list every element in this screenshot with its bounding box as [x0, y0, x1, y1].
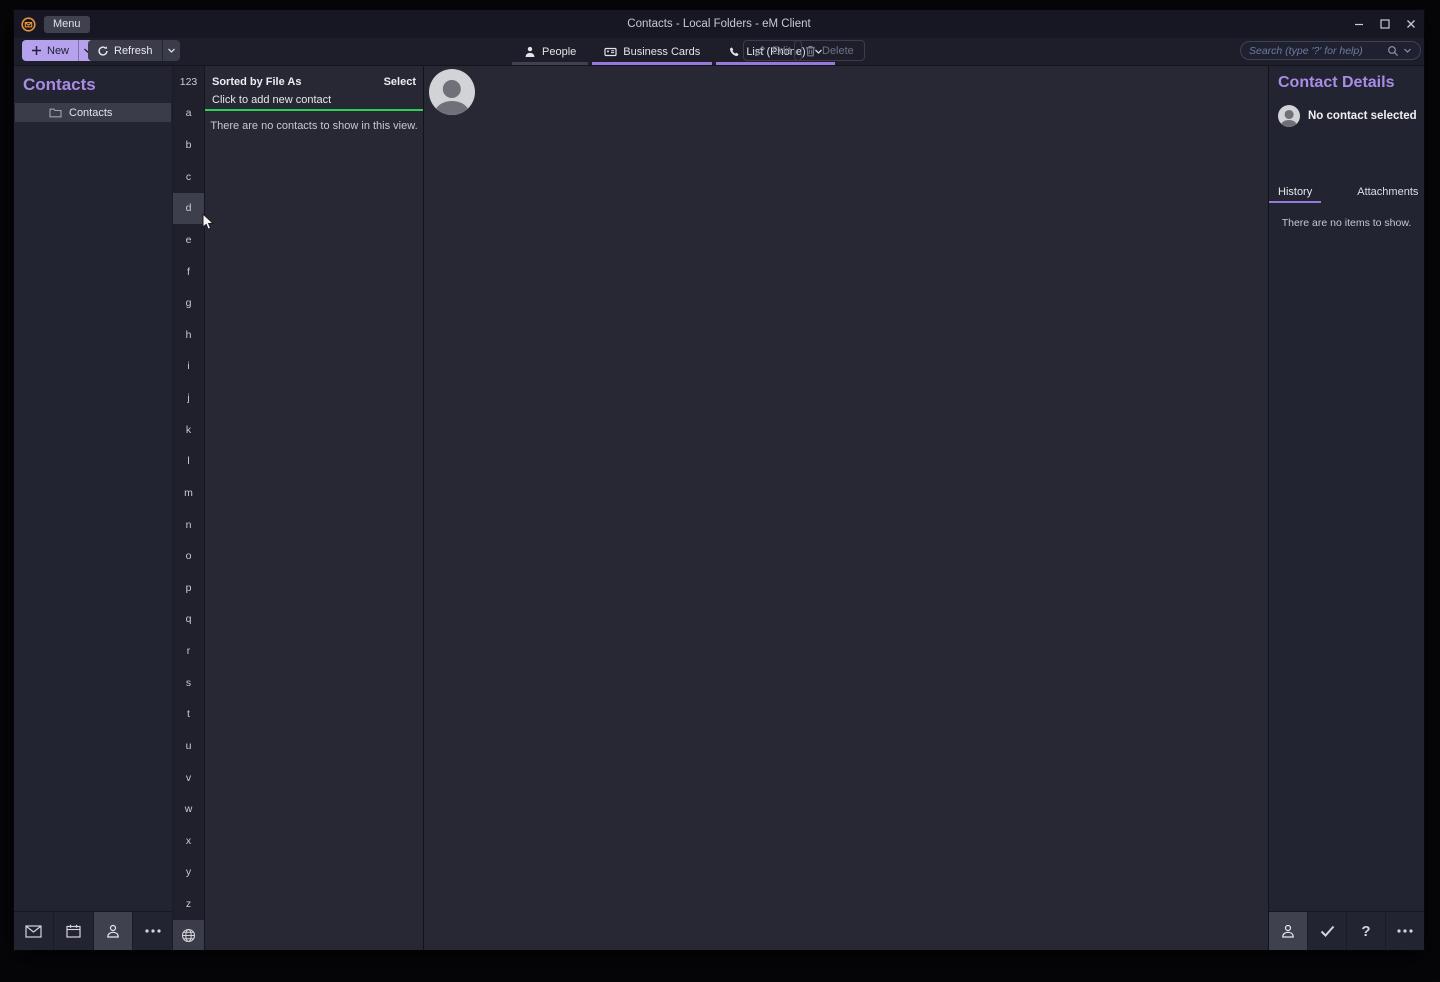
right-footer-nav: ?	[1269, 911, 1424, 950]
alphabet-item-h[interactable]: h	[173, 319, 204, 351]
window-title: Contacts - Local Folders - eM Client	[14, 18, 1424, 30]
help-icon[interactable]: ?	[1347, 912, 1386, 950]
alphabet-item-b[interactable]: b	[173, 129, 204, 161]
left-footer-nav	[14, 911, 172, 950]
select-button[interactable]: Select	[384, 76, 416, 88]
details-tabs: History Attachments	[1269, 180, 1424, 203]
contact-details-panel: Contact Details No contact selected Hist…	[1268, 66, 1424, 950]
app-window: Menu Contacts - Local Folders - eM Clien…	[14, 10, 1424, 950]
list-empty-message: There are no contacts to show in this vi…	[205, 120, 423, 132]
alphabet-item-123[interactable]: 123	[173, 66, 204, 98]
sidebar-item-label: Contacts	[69, 107, 112, 119]
content: Contacts Contacts 123abcdefghijklmnopqrs…	[14, 66, 1424, 950]
close-icon[interactable]	[1398, 10, 1424, 38]
alphabet-item-z[interactable]: z	[173, 888, 204, 920]
plus-icon	[31, 45, 42, 56]
active-tab-underline	[1269, 201, 1321, 203]
alphabet-item-k[interactable]: k	[173, 414, 204, 446]
alphabet-item-t[interactable]: t	[173, 699, 204, 731]
tab-history[interactable]: History	[1269, 186, 1321, 198]
alphabet-item-q[interactable]: q	[173, 604, 204, 636]
alphabet-item-m[interactable]: m	[173, 477, 204, 509]
contacts-icon[interactable]	[1269, 912, 1308, 950]
tab-people-label: People	[542, 46, 576, 58]
search-dropdown-chevron-icon[interactable]	[1403, 46, 1412, 55]
sidebar-item-contacts[interactable]: Contacts	[15, 103, 171, 122]
folder-icon	[49, 107, 62, 118]
search-icon[interactable]	[1387, 45, 1399, 57]
no-contact-label: No contact selected	[1308, 110, 1417, 122]
new-button[interactable]: New	[22, 40, 96, 61]
tab-business-cards[interactable]: Business Cards	[590, 38, 714, 65]
tasks-check-icon[interactable]	[1308, 912, 1347, 950]
add-new-contact-row[interactable]: Click to add new contact	[205, 90, 423, 111]
alphabet-item-r[interactable]: r	[173, 635, 204, 667]
window-controls	[1346, 10, 1424, 38]
sidebar: Contacts Contacts	[14, 66, 172, 950]
alphabet-item-e[interactable]: e	[173, 224, 204, 256]
alphabet-item-g[interactable]: g	[173, 287, 204, 319]
maximize-icon[interactable]	[1372, 10, 1398, 38]
app-logo-icon	[21, 17, 36, 32]
mail-icon[interactable]	[14, 912, 54, 950]
delete-button[interactable]: Delete	[794, 40, 865, 61]
alphabet-item-n[interactable]: n	[173, 509, 204, 541]
delete-button-label: Delete	[822, 45, 854, 57]
pencil-icon	[754, 45, 766, 57]
alphabet-item-f[interactable]: f	[173, 256, 204, 288]
tab-attachments[interactable]: Attachments	[1348, 186, 1427, 198]
search-box[interactable]	[1240, 41, 1421, 60]
alphabet-item-i[interactable]: i	[173, 351, 204, 383]
refresh-icon	[97, 45, 109, 57]
alphabet-item-s[interactable]: s	[173, 667, 204, 699]
tab-people[interactable]: People	[510, 38, 590, 65]
alphabet-item-j[interactable]: j	[173, 382, 204, 414]
phone-icon	[728, 46, 740, 58]
contacts-icon[interactable]	[94, 912, 134, 950]
minimize-icon[interactable]	[1346, 10, 1372, 38]
new-button-label: New	[47, 45, 69, 57]
menu-button[interactable]: Menu	[44, 16, 90, 33]
alphabet-item-c[interactable]: c	[173, 161, 204, 193]
alphabet-item-x[interactable]: x	[173, 825, 204, 857]
globe-icon[interactable]	[173, 920, 204, 950]
calendar-icon[interactable]	[54, 912, 94, 950]
alphabet-item-d[interactable]: d	[173, 193, 204, 225]
business-card-icon	[604, 46, 617, 58]
titlebar: Menu Contacts - Local Folders - eM Clien…	[14, 10, 1424, 38]
sidebar-title: Contacts	[14, 66, 172, 103]
sorted-by-label[interactable]: Sorted by File As	[212, 76, 301, 88]
details-empty-message: There are no items to show.	[1269, 217, 1424, 229]
edit-button-label: Edit	[772, 45, 791, 57]
refresh-button-label: Refresh	[114, 45, 153, 57]
alphabet-item-v[interactable]: v	[173, 762, 204, 794]
details-avatar-placeholder	[1278, 105, 1300, 127]
main-view	[424, 66, 1268, 950]
alphabet-item-u[interactable]: u	[173, 730, 204, 762]
contact-list: Sorted by File As Select Click to add ne…	[205, 66, 424, 950]
alphabet-item-y[interactable]: y	[173, 857, 204, 889]
tab-business-cards-label: Business Cards	[623, 46, 700, 58]
more-icon[interactable]	[1386, 912, 1424, 950]
alphabet-item-a[interactable]: a	[173, 98, 204, 130]
contact-avatar-placeholder	[429, 69, 475, 115]
refresh-dropdown-chevron-icon[interactable]	[162, 40, 180, 61]
details-title: Contact Details	[1269, 66, 1424, 92]
alphabet-item-p[interactable]: p	[173, 572, 204, 604]
refresh-button[interactable]: Refresh	[88, 40, 180, 61]
alphabet-item-o[interactable]: o	[173, 540, 204, 572]
more-icon[interactable]	[133, 912, 172, 950]
alphabet-index: 123abcdefghijklmnopqrstuvwxyz	[172, 66, 205, 950]
alphabet-item-w[interactable]: w	[173, 793, 204, 825]
no-contact-row: No contact selected	[1269, 92, 1424, 127]
search-input[interactable]	[1249, 45, 1387, 57]
alphabet-item-l[interactable]: l	[173, 446, 204, 478]
person-icon	[524, 46, 536, 58]
toolbar: New Refresh People Business Cards	[14, 38, 1424, 66]
trash-icon	[805, 45, 816, 57]
list-header: Sorted by File As Select	[205, 66, 423, 90]
